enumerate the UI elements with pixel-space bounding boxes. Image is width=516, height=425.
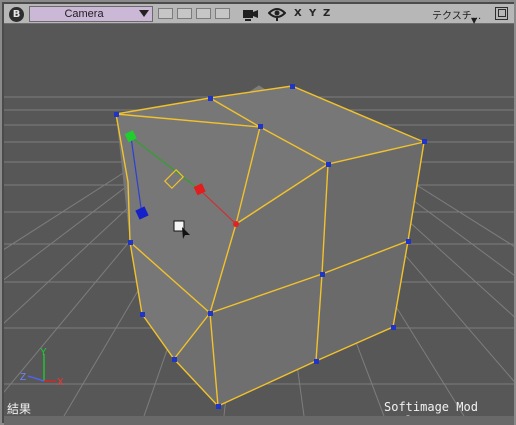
view-slot-4[interactable]	[215, 8, 230, 19]
chevron-down-icon	[139, 10, 149, 17]
status-left: 結果	[7, 402, 32, 416]
axis-x-toggle[interactable]: X	[294, 8, 302, 19]
camera-label: Camera	[64, 8, 104, 20]
view-slot-3[interactable]	[196, 8, 211, 19]
maximize-icon[interactable]	[495, 7, 508, 20]
camera-dropdown[interactable]: Camera	[29, 6, 153, 22]
scene-svg[interactable]: Y X Z	[4, 24, 514, 416]
axis-z-toggle[interactable]: Z	[323, 8, 330, 19]
axis-x-label: X	[57, 377, 64, 388]
axis-y-label: Y	[40, 347, 47, 358]
axis-z-label: Z	[20, 372, 26, 383]
b-badge-button[interactable]: B	[9, 7, 24, 22]
status-right: Softimage Mod Tool	[384, 400, 478, 416]
viewport-window: B Camera X Y Z テクスチ... ▼ Y X Z 結果 Softim…	[0, 0, 516, 425]
axis-y-toggle[interactable]: Y	[309, 8, 316, 19]
viewport-toolbar: B Camera X Y Z テクスチ... ▼	[4, 4, 514, 25]
view-slot-1[interactable]	[158, 8, 173, 19]
3d-viewport[interactable]: Y X Z 結果 Softimage Mod Tool	[4, 24, 514, 416]
camera-icon[interactable]	[242, 6, 260, 22]
view-slot-2[interactable]	[177, 8, 192, 19]
viewport-bottom-strip	[4, 416, 514, 425]
eye-icon[interactable]	[267, 6, 287, 22]
